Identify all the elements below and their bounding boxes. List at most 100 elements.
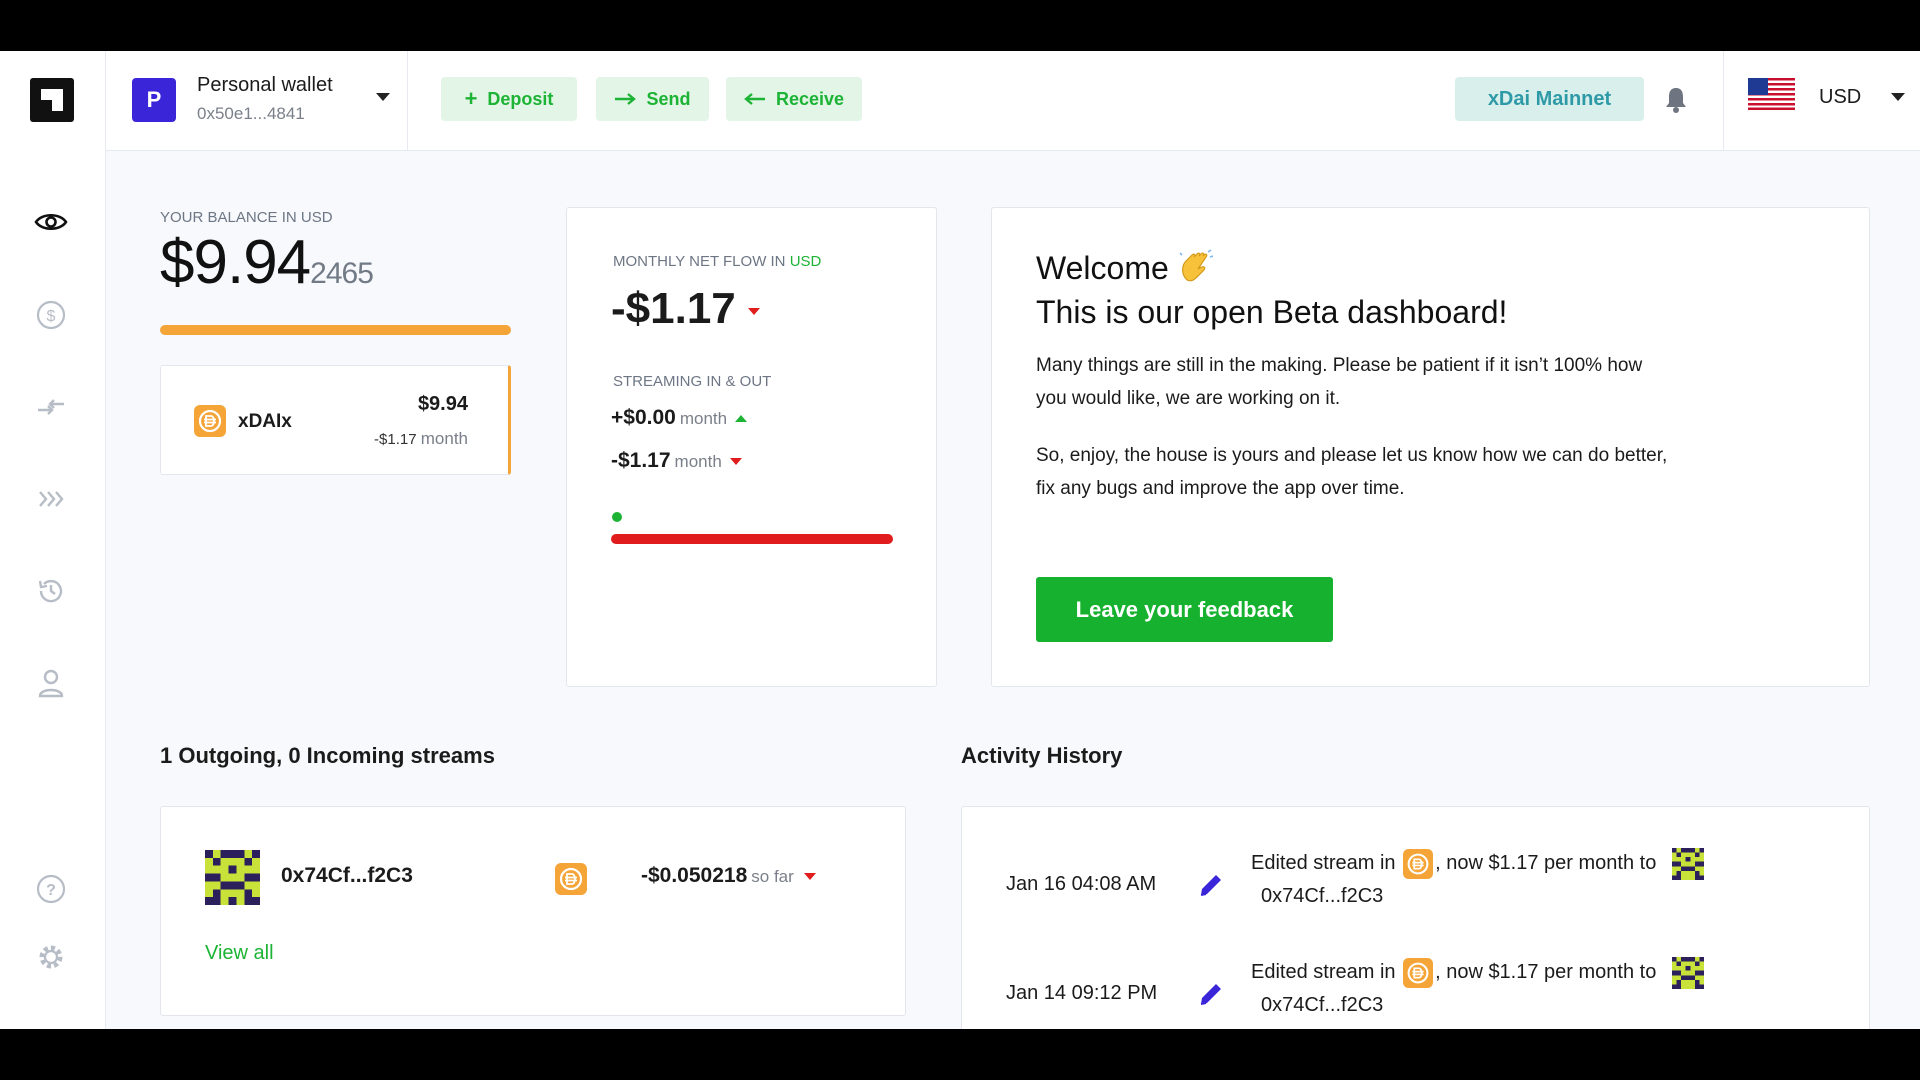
arrow-left-icon — [744, 93, 765, 105]
svg-text:?: ? — [46, 882, 56, 899]
up-arrow-icon — [735, 414, 748, 422]
network-badge[interactable]: xDai Mainnet — [1455, 77, 1644, 121]
net-flow-label-text: MONTHLY NET FLOW IN — [613, 253, 786, 270]
svg-text:$: $ — [47, 308, 56, 325]
pencil-icon — [1200, 984, 1221, 1005]
activity-prefix: Edited stream in — [1251, 961, 1396, 983]
top-bar: P Personal wallet 0x50e1...4841 + Deposi… — [106, 51, 1920, 151]
welcome-title: Welcome This is our open Beta dashboard! — [1036, 246, 1507, 334]
streams-title: 1 Outgoing, 0 Incoming streams — [160, 743, 495, 768]
chevron-down-icon[interactable] — [1891, 93, 1905, 101]
pencil-icon — [1200, 875, 1221, 896]
net-flow-value-text: -$1.17 — [611, 284, 736, 333]
outflow-bar — [611, 534, 893, 544]
stream-in-row: +$0.00 month — [611, 406, 748, 430]
balance-bar — [160, 325, 511, 335]
stream-in-value: +$0.00 — [611, 406, 676, 429]
help-icon[interactable]: ? — [33, 871, 69, 907]
token-card-xdaix[interactable]: xDAIx $9.94 -$1.17 month — [160, 365, 511, 475]
activity-item[interactable]: Edited stream in , now $1.17 per month t… — [1251, 956, 1706, 1021]
plus-icon: + — [464, 86, 478, 111]
view-all-link[interactable]: View all — [205, 942, 274, 965]
sidebar: $ ? — [0, 51, 106, 1029]
inflow-indicator — [612, 512, 622, 522]
stream-address[interactable]: 0x74Cf...f2C3 — [281, 864, 413, 888]
token-value: $9.94 — [417, 393, 468, 415]
down-arrow-icon — [803, 872, 816, 880]
welcome-heading: Welcome — [1036, 250, 1169, 286]
activity-address: 0x74Cf...f2C3 — [1261, 993, 1384, 1016]
stream-amount-unit: so far — [751, 867, 794, 886]
streaming-label: STREAMING IN & OUT — [613, 373, 772, 390]
chevron-down-icon[interactable] — [376, 93, 390, 101]
stream-amount: -$0.050218 so far — [641, 864, 816, 888]
token-flow-value: -$1.17 — [374, 431, 417, 448]
settings-icon[interactable] — [33, 939, 69, 975]
welcome-subtitle: This is our open Beta dashboard! — [1036, 294, 1508, 330]
activity-title: Activity History — [961, 743, 1123, 768]
app-logo[interactable] — [30, 78, 74, 122]
wallet-name: Personal wallet — [197, 74, 333, 96]
stream-out-row: -$1.17 month — [611, 449, 742, 473]
eye-icon[interactable] — [33, 204, 69, 240]
welcome-paragraph-2: So, enjoy, the house is yours and please… — [1036, 445, 1668, 499]
welcome-paragraph-1: Many things are still in the making. Ple… — [1036, 355, 1643, 409]
wallet-selector[interactable]: P Personal wallet 0x50e1...4841 — [106, 51, 408, 151]
activity-middle: , now $1.17 per month to — [1435, 961, 1657, 983]
wallet-avatar: P — [132, 78, 176, 122]
send-label: Send — [646, 88, 691, 109]
deposit-button[interactable]: + Deposit — [441, 77, 577, 121]
stream-out-unit: month — [674, 452, 722, 471]
dollar-icon[interactable]: $ — [33, 297, 69, 333]
dashboard-screen: $ ? P Personal wallet 0x50e1...4841 + De… — [0, 51, 1920, 1029]
stream-out-value: -$1.17 — [611, 449, 671, 472]
stream-icon[interactable] — [33, 481, 69, 517]
down-arrow-icon — [748, 307, 760, 315]
net-flow-value: -$1.17 — [611, 284, 760, 334]
activity-address: 0x74Cf...f2C3 — [1261, 884, 1384, 907]
wallet-address: 0x50e1...4841 — [197, 104, 305, 123]
us-flag-icon — [1748, 78, 1795, 110]
token-flow: -$1.17 month — [374, 429, 468, 449]
net-flow-currency: USD — [789, 253, 822, 270]
waving-hand-icon — [1179, 249, 1213, 282]
leave-feedback-button[interactable]: Leave your feedback — [1036, 577, 1333, 642]
down-arrow-icon — [729, 457, 742, 465]
dai-token-icon — [194, 405, 226, 437]
token-flow-unit: month — [420, 429, 468, 448]
history-icon[interactable] — [33, 573, 69, 609]
send-button[interactable]: Send — [596, 77, 709, 121]
streams-card: 0x74Cf...f2C3 -$0.050218 so far View all — [160, 806, 906, 1016]
activity-prefix: Edited stream in — [1251, 852, 1396, 874]
receive-label: Receive — [775, 88, 845, 109]
user-icon[interactable] — [33, 665, 69, 701]
activity-time: Jan 14 09:12 PM — [1006, 982, 1158, 1004]
deposit-label: Deposit — [487, 88, 554, 109]
dai-token-icon — [1403, 848, 1434, 879]
stream-in-unit: month — [679, 409, 728, 428]
swap-icon[interactable] — [33, 389, 69, 425]
receive-button[interactable]: Receive — [726, 77, 862, 121]
net-flow-card: MONTHLY NET FLOW IN USD -$1.17 STREAMING… — [566, 207, 937, 687]
bell-icon[interactable] — [1661, 84, 1691, 114]
identicon-avatar — [1671, 847, 1704, 880]
activity-card: Jan 16 04:08 AM Edited stream in , now $… — [961, 806, 1870, 1029]
arrow-right-icon — [615, 93, 637, 105]
activity-time: Jan 16 04:08 AM — [1006, 873, 1157, 895]
identicon-avatar — [1671, 956, 1704, 989]
currency-label: USD — [1819, 86, 1862, 108]
currency-selector[interactable]: USD — [1723, 51, 1920, 151]
balance-label: YOUR BALANCE IN USD — [160, 209, 333, 226]
activity-middle: , now $1.17 per month to — [1435, 852, 1657, 874]
balance-main: $9.94 — [160, 228, 311, 297]
dai-token-icon — [1403, 957, 1434, 988]
welcome-card: Welcome This is our open Beta dashboard!… — [991, 207, 1870, 687]
identicon-avatar — [205, 850, 260, 905]
dai-token-icon — [555, 863, 587, 895]
net-flow-label: MONTHLY NET FLOW IN USD — [613, 253, 821, 270]
stream-amount-value: -$0.050218 — [641, 864, 748, 887]
activity-item[interactable]: Edited stream in , now $1.17 per month t… — [1251, 847, 1706, 912]
balance-value: $9.942465 — [160, 227, 374, 298]
token-name: xDAIx — [238, 411, 292, 432]
balance-fraction: 2465 — [310, 257, 374, 290]
